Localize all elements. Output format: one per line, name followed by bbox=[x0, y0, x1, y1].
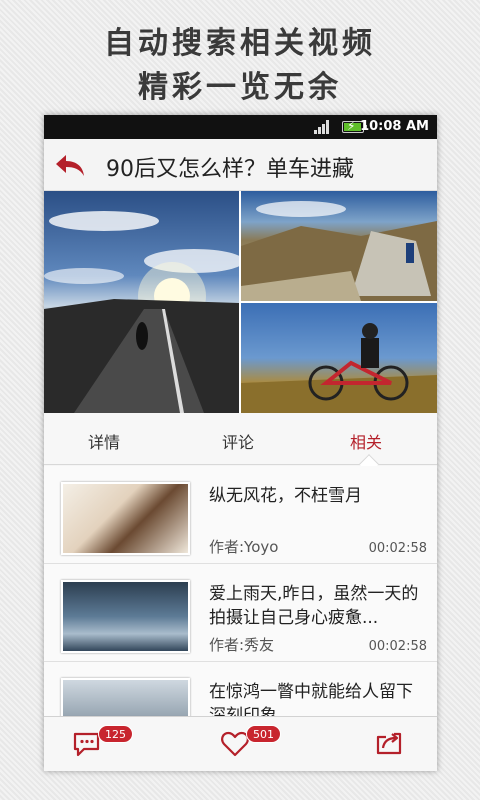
phone-screen: ⚡ 10:08 AM 90后又怎么样？单车进藏 详情 评论 相关 纵无风花，不枉… bbox=[44, 115, 437, 771]
promo-banner: 自动搜索相关视频 精彩一览无余 bbox=[0, 0, 480, 112]
photo-gallery bbox=[44, 191, 437, 413]
video-duration: 00:02:58 bbox=[368, 639, 427, 654]
comment-count-badge: 125 bbox=[98, 725, 133, 743]
promo-line-1: 自动搜索相关视频 bbox=[104, 26, 376, 61]
cyclist-with-bike-photo[interactable] bbox=[241, 303, 437, 413]
road-sunset-photo[interactable] bbox=[44, 191, 239, 413]
tab-details[interactable]: 详情 bbox=[88, 429, 120, 453]
title-bar: 90后又怎么样？单车进藏 bbox=[44, 139, 437, 191]
promo-line-2: 精彩一览无余 bbox=[138, 70, 342, 105]
video-thumbnail bbox=[61, 580, 190, 653]
share-icon[interactable] bbox=[374, 729, 404, 759]
cyclist-on-rock-photo[interactable] bbox=[241, 191, 437, 301]
video-title: 在惊鸿一瞥中就能给人留下深刻印象 bbox=[209, 682, 413, 716]
related-video-list: 纵无风花，不枉雪月 作者:Yoyo 00:02:58 爱上雨天,昨日，虽然一天的… bbox=[44, 466, 437, 716]
back-arrow-icon[interactable] bbox=[52, 147, 88, 183]
page-title: 90后又怎么样？单车进藏 bbox=[106, 157, 354, 182]
like-count-badge: 501 bbox=[246, 725, 281, 743]
tab-bar: 详情 评论 相关 bbox=[44, 413, 437, 474]
tab-comments[interactable]: 评论 bbox=[222, 429, 254, 453]
video-author: 作者:Yoyo bbox=[209, 538, 279, 556]
status-time: 10:08 AM bbox=[360, 119, 429, 134]
bottom-action-bar: 125 501 bbox=[44, 716, 437, 771]
signal-icon bbox=[314, 120, 330, 134]
list-item[interactable]: 爱上雨天,昨日，虽然一天的拍摄让自己身心疲惫... 作者:秀友 00:02:58 bbox=[44, 564, 437, 662]
video-title: 纵无风花，不枉雪月 bbox=[209, 486, 362, 506]
status-bar: ⚡ 10:08 AM bbox=[44, 115, 437, 139]
video-thumbnail bbox=[61, 678, 190, 716]
video-author: 作者:秀友 bbox=[209, 636, 275, 654]
video-thumbnail bbox=[61, 482, 190, 555]
video-duration: 00:02:58 bbox=[368, 541, 427, 556]
list-item[interactable]: 在惊鸿一瞥中就能给人留下深刻印象 bbox=[44, 662, 437, 716]
list-item[interactable]: 纵无风花，不枉雪月 作者:Yoyo 00:02:58 bbox=[44, 466, 437, 564]
tab-related[interactable]: 相关 bbox=[350, 429, 382, 453]
video-title: 爱上雨天,昨日，虽然一天的拍摄让自己身心疲惫... bbox=[209, 584, 419, 628]
